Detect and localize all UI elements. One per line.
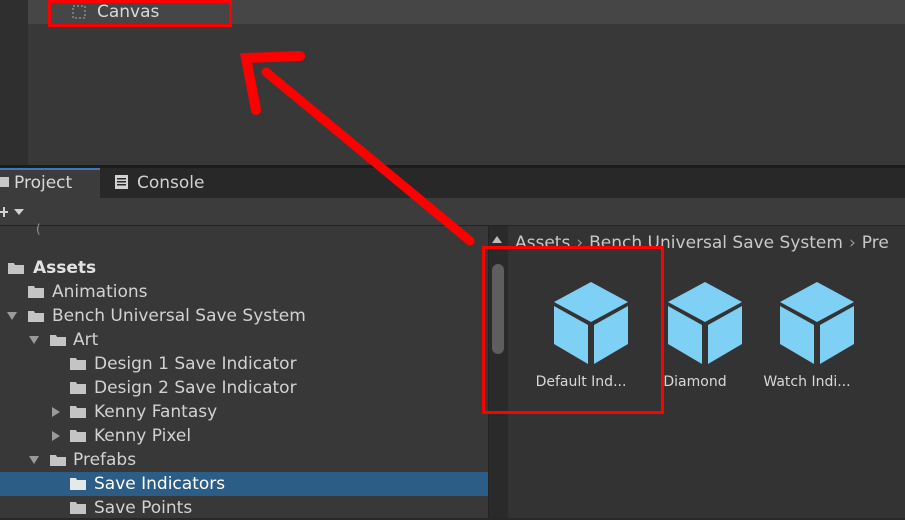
asset-watch-indicator[interactable]: Watch Indi... <box>752 280 862 390</box>
tree-item-save-points[interactable]: Save Points <box>0 496 488 520</box>
tree-item-design-2-save-indicator[interactable]: Design 2 Save Indicator <box>0 376 488 400</box>
tab-bar <box>0 168 905 198</box>
folder-icon <box>70 478 86 490</box>
collapse-arrow-icon[interactable] <box>52 431 60 441</box>
tree-item-design-1-save-indicator[interactable]: Design 1 Save Indicator <box>0 352 488 376</box>
tree-item-label: Save Indicators <box>94 474 226 494</box>
prefab-cube-icon <box>668 282 742 364</box>
prefab-cube-icon <box>780 282 854 364</box>
scroll-up-arrow-icon[interactable] <box>492 236 502 243</box>
tree-item-art[interactable]: Art <box>0 328 488 352</box>
tree-item-label: Kenny Fantasy <box>94 402 218 422</box>
tab-console[interactable]: Console <box>137 172 205 194</box>
collapse-arrow-icon[interactable] <box>52 407 60 417</box>
expand-arrow-icon[interactable] <box>29 336 39 344</box>
folder-icon <box>70 358 86 370</box>
folder-open-icon <box>50 335 66 346</box>
tree-item-animations[interactable]: Animations <box>0 280 488 304</box>
tab-project-label: Project <box>14 173 73 193</box>
chevron-right-icon: › <box>848 233 856 253</box>
folder-open-icon <box>50 455 66 466</box>
tree-item-label: Bench Universal Save System <box>52 306 306 326</box>
tree-item-kenny-pixel[interactable]: Kenny Pixel <box>0 424 488 448</box>
tree-item-label: Save Points <box>94 498 193 518</box>
folder-icon <box>70 382 86 394</box>
annotation-box-prefab <box>482 246 664 414</box>
tree-item-label: Prefabs <box>73 450 137 470</box>
annotation-box-canvas <box>48 0 232 27</box>
folder-open-icon <box>28 311 44 322</box>
project-toolbar <box>0 198 905 226</box>
folder-icon <box>0 177 9 187</box>
tree-item-label: Design 2 Save Indicator <box>94 378 297 398</box>
asset-label: Watch Indi... <box>763 374 851 390</box>
folder-icon <box>70 406 86 418</box>
hierarchy-gutter <box>0 0 28 165</box>
folder-icon <box>70 502 86 514</box>
tree-item-label: Kenny Pixel <box>94 426 192 446</box>
tree-item-label: Art <box>73 330 99 350</box>
folder-icon <box>70 430 86 442</box>
tree-partial-item: ( <box>36 222 41 236</box>
tree-item-assets[interactable]: Assets <box>0 256 488 280</box>
tree-item-save-indicators[interactable]: Save Indicators <box>0 472 488 496</box>
folder-open-icon <box>8 263 24 274</box>
breadcrumb-item-prefabs[interactable]: Pre <box>862 233 889 253</box>
tree-item-bench-universal-save-system[interactable]: Bench Universal Save System <box>0 304 488 328</box>
console-icon[interactable] <box>114 174 129 190</box>
tree-item-label: Assets <box>33 258 97 278</box>
add-dropdown-button[interactable] <box>0 201 30 223</box>
expand-arrow-icon[interactable] <box>7 312 17 320</box>
tree-item-prefabs[interactable]: Prefabs <box>0 448 488 472</box>
tree-item-label: Animations <box>52 282 148 302</box>
tree-item-kenny-fantasy[interactable]: Kenny Fantasy <box>0 400 488 424</box>
expand-arrow-icon[interactable] <box>29 456 39 464</box>
folder-icon <box>28 286 44 298</box>
tree-item-label: Design 1 Save Indicator <box>94 354 297 374</box>
